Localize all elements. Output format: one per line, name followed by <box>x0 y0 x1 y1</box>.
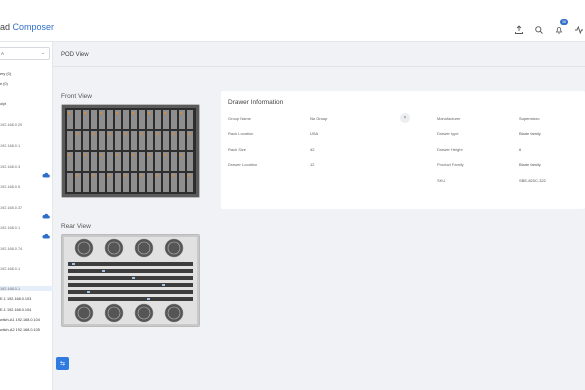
field-label: Drawer Height <box>437 147 463 152</box>
field-label: Manufacturer <box>437 116 461 121</box>
activity-icon[interactable] <box>573 24 585 36</box>
app-title-part2: Composer <box>12 22 55 32</box>
field-label: Rack Size <box>228 147 247 152</box>
notification-badge: 38 <box>560 19 568 25</box>
sidebar: A ⌄ ery (0) e (0) olyt 192.168.0.20 192.… <box>0 42 53 390</box>
rear-view-rack[interactable] <box>61 234 200 327</box>
app-title-part1: ad <box>0 22 11 32</box>
upload-icon[interactable] <box>513 24 525 36</box>
front-view-label: Front View <box>61 93 92 100</box>
field-value: SBE-820C-322 <box>519 178 546 183</box>
app-title: ad Composer <box>0 22 54 32</box>
field-value: USA <box>310 131 319 136</box>
sidebar-select-value: A <box>1 51 5 56</box>
tree-item-node[interactable]: 192.168.0.37 <box>0 206 22 210</box>
field-label: Drawer type <box>437 131 459 136</box>
chevron-down-icon: ⌄ <box>40 50 45 56</box>
tree-item-node[interactable]: 192.168.0.3 <box>0 165 20 169</box>
sidebar-select[interactable]: A ⌄ <box>0 47 50 60</box>
cloud-icon <box>42 206 50 219</box>
field-label: Drawer Location <box>228 162 258 167</box>
notification-bell-icon[interactable]: 38 <box>553 19 568 36</box>
field-value: 42 <box>310 147 315 152</box>
title-divider <box>53 66 585 67</box>
tree-item-switch[interactable]: witch-A2 192.168.0.105 <box>0 328 40 332</box>
cloud-icon <box>42 165 50 178</box>
field-label: Rack Location <box>228 131 254 136</box>
tree-item-node[interactable]: 192.168.0.1 <box>0 267 20 271</box>
tree-item-node[interactable]: 192.168.0.5 <box>0 185 20 189</box>
tree-item-e[interactable]: e (0) <box>0 82 8 86</box>
cloud-icon <box>42 226 50 239</box>
drawer-information-card: Drawer Information Group Name No Group ×… <box>221 91 585 209</box>
tree-item-olyt[interactable]: olyt <box>0 102 6 106</box>
tree-item-switch[interactable]: E-1 192.168.0.104 <box>0 308 31 312</box>
tree-item-switch[interactable]: E-1 192.168.0.103 <box>0 297 31 301</box>
tree-item-node-selected[interactable]: 192.168.0.1 <box>0 287 20 291</box>
field-value: No Group <box>310 116 328 121</box>
drawer-information-title: Drawer Information <box>228 99 284 106</box>
tree-item-switch[interactable]: witch-A1 192.168.0.104 <box>0 318 40 322</box>
blade-front-illustration <box>62 105 199 197</box>
clear-group-button[interactable]: × <box>400 113 410 123</box>
field-value: Blade family <box>519 131 541 136</box>
rear-view-label: Rear View <box>61 223 91 230</box>
top-icons: 38 <box>513 19 585 36</box>
tree-item-discovery[interactable]: ery (0) <box>0 72 11 76</box>
top-bar: ad Composer 38 <box>0 0 585 42</box>
page-title: POD View <box>61 52 89 58</box>
field-label: Group Name <box>228 116 251 121</box>
search-icon[interactable] <box>533 24 545 36</box>
field-value: 12 <box>310 162 315 167</box>
blade-rear-illustration <box>62 235 199 326</box>
front-view-rack[interactable] <box>61 104 200 198</box>
collapse-sidebar-button[interactable]: ⇆ <box>56 357 69 370</box>
tree-item-node[interactable]: 192.168.0.20 <box>0 123 22 127</box>
field-value: 6 <box>519 147 522 152</box>
tree-item-node[interactable]: 192.168.0.1 <box>0 226 20 230</box>
field-label: Product Family <box>437 162 464 167</box>
field-label: SKU <box>437 178 446 183</box>
tree-item-node[interactable]: 192.168.0.74 <box>0 247 22 251</box>
tree-item-node[interactable]: 192.168.0.1 <box>0 144 20 148</box>
field-value: Blade family <box>519 162 541 167</box>
field-value: Supermicro <box>519 116 540 121</box>
